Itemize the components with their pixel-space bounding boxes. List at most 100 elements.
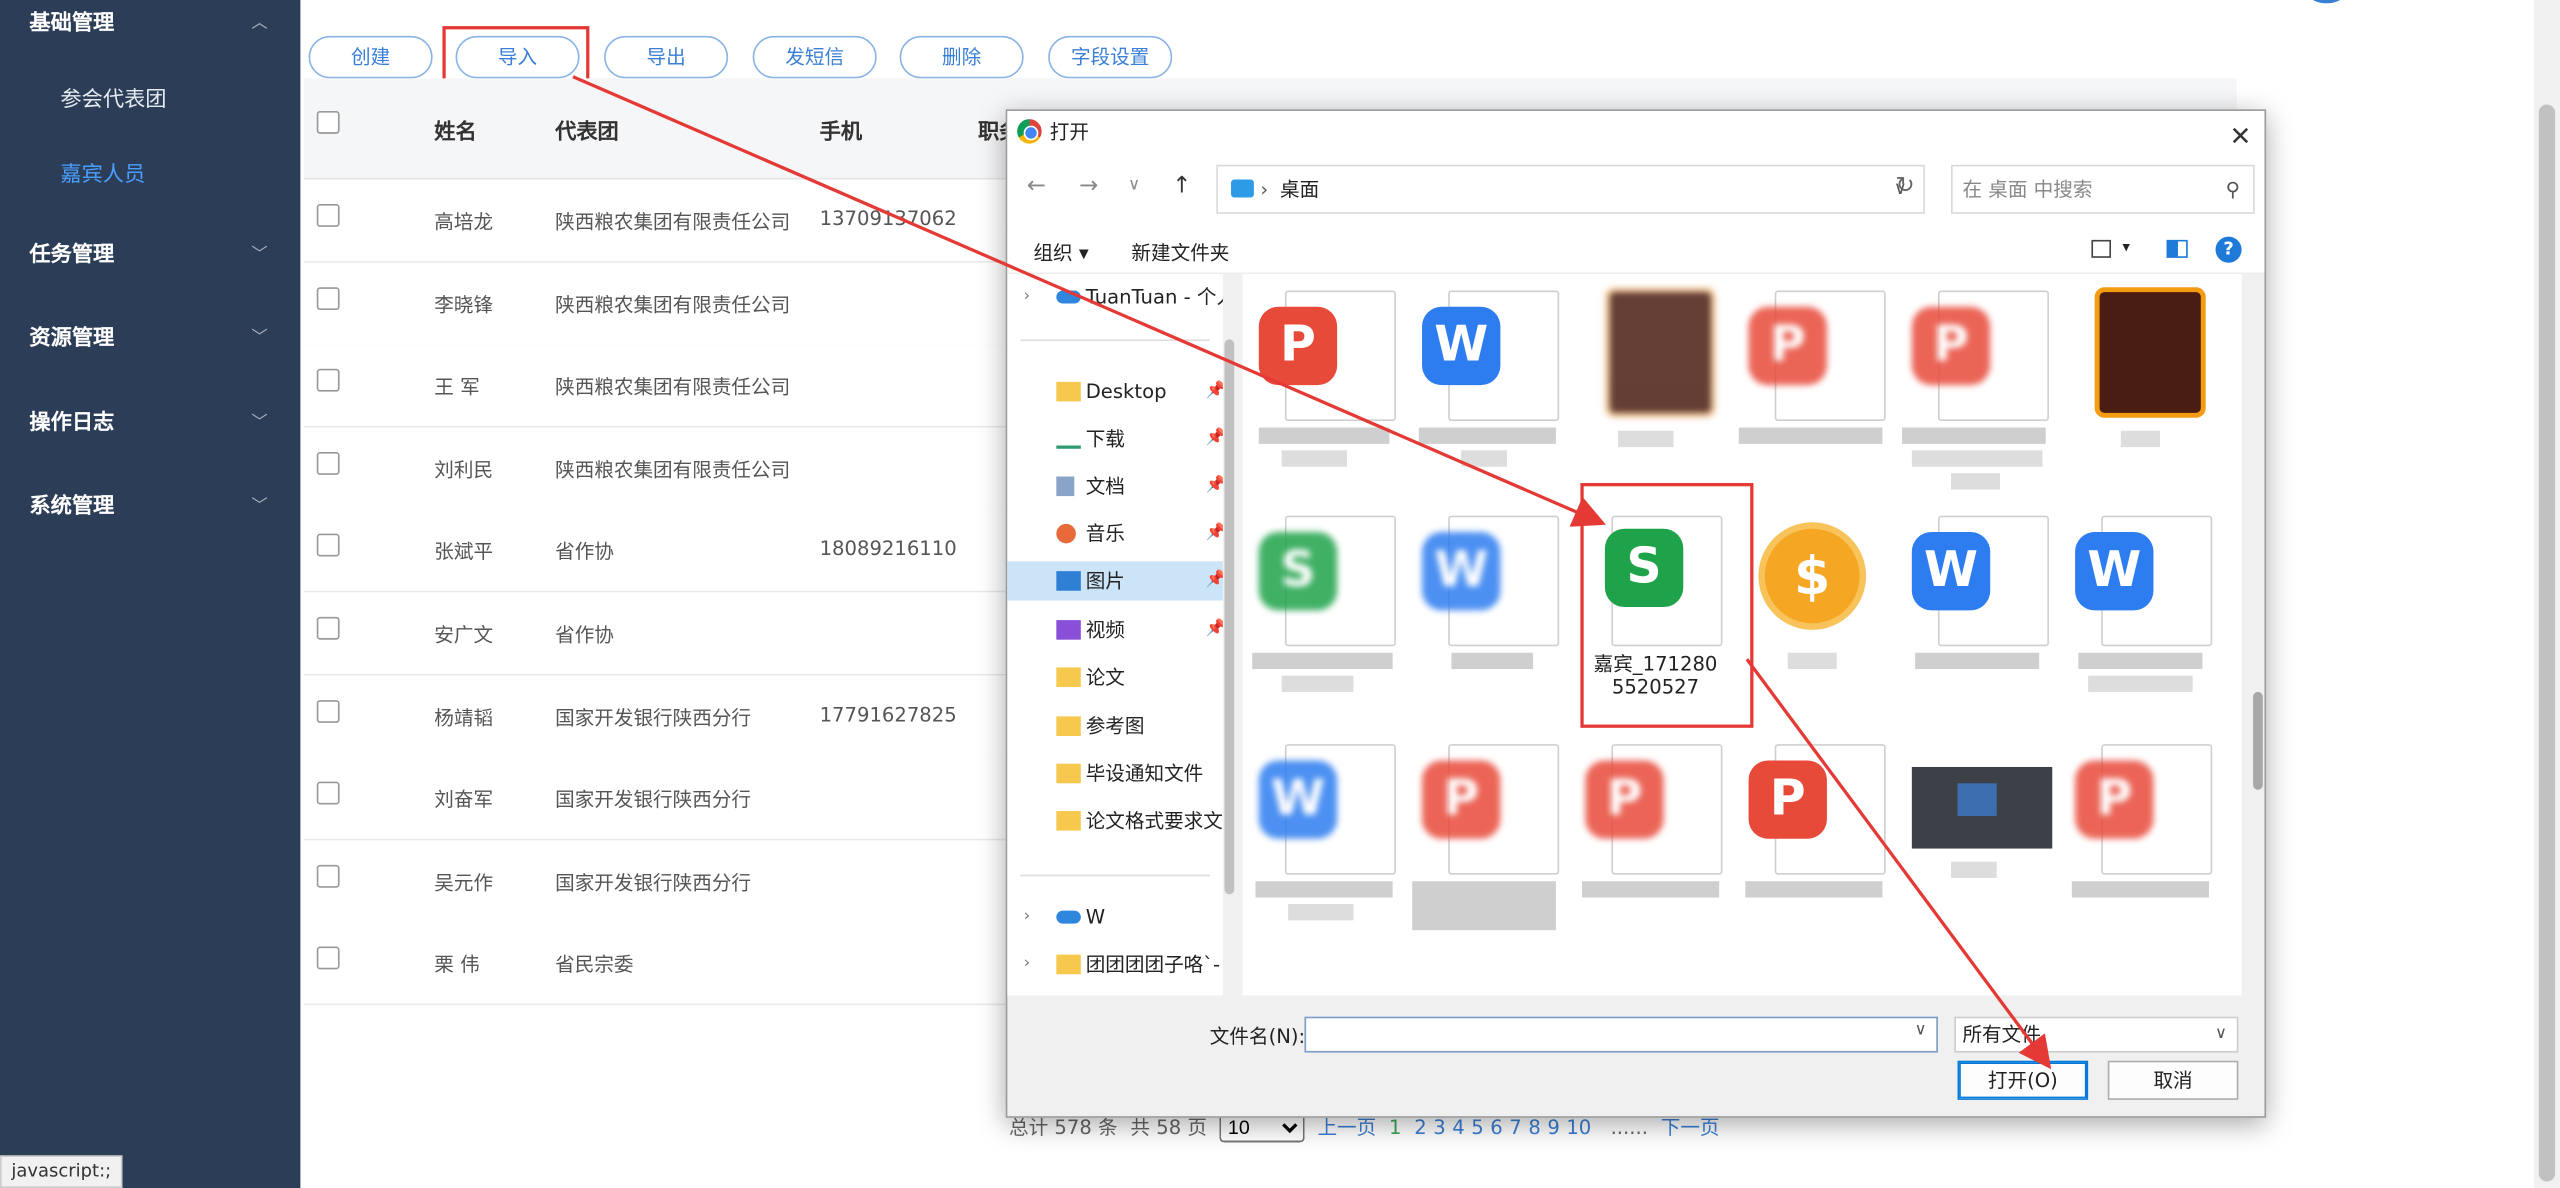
nav-item[interactable]: › 团团团团子咯`- [1007,945,1236,984]
file-tile[interactable]: S [1249,506,1409,734]
nav-item[interactable]: 论文 [1007,658,1236,697]
file-tile[interactable]: W [1902,506,2062,734]
row-checkbox[interactable] [316,616,340,640]
nav-group-tasks[interactable]: 任务管理 ﹀ [0,232,300,281]
sidebar-item-delegation[interactable]: 参会代表团 [0,77,300,126]
sidebar-item-guests[interactable]: 嘉宾人员 [0,152,300,201]
path-segment[interactable]: 桌面 [1280,178,1319,201]
page-number-link[interactable]: 7 [1509,1116,1521,1139]
delete-button[interactable]: 删除 [899,35,1024,79]
help-icon[interactable]: ? [2215,236,2242,263]
file-tile[interactable]: P [2065,734,2225,962]
file-tile[interactable]: P [1412,734,1572,962]
file-tile[interactable]: P [1576,734,1736,962]
nav-item-label: 图片 [1085,569,1125,593]
word-icon: W [1422,306,1501,386]
file-tile[interactable] [1902,734,2062,962]
page-number-link[interactable]: 9 [1547,1116,1559,1139]
file-tile[interactable]: $ [1739,506,1899,734]
pdf-icon: P [1585,760,1664,839]
expand-chevron-icon[interactable]: › [1024,277,1031,316]
expand-chevron-icon[interactable]: › [1024,945,1031,984]
file-tile[interactable]: P [1902,281,2062,509]
row-checkbox[interactable] [316,699,340,723]
refresh-icon[interactable]: ↻ [1896,173,1915,199]
nav-item[interactable]: › W [1007,898,1236,937]
nav-group-label: 基础管理 [29,11,115,36]
file-tile[interactable]: W [1412,506,1572,734]
filename-input[interactable]: ∨ [1304,1016,1938,1053]
nav-item[interactable]: › TuanTuan - 个人 [1007,277,1236,316]
cancel-button[interactable]: 取消 [2107,1060,2239,1100]
page-number-link[interactable]: 4 [1452,1116,1464,1139]
nav-group-system[interactable]: 系统管理 ﹀ [0,483,300,532]
nav-item[interactable]: Desktop 📌 [1007,372,1236,411]
page-number-link[interactable]: 10 [1566,1116,1591,1139]
field-settings-button[interactable]: 字段设置 [1048,35,1173,79]
page-number-link[interactable]: 6 [1490,1116,1502,1139]
open-button[interactable]: 打开(O) [1957,1060,2089,1100]
file-tile[interactable]: P [1249,281,1409,509]
pdf-icon: P [1422,760,1501,839]
nav-group-basic[interactable]: 基础管理 ︿ [0,0,300,49]
create-button[interactable]: 创建 [308,35,433,79]
view-mode-icon[interactable] [2091,239,2112,258]
chevron-down-icon[interactable]: ∨ [1915,1022,1927,1040]
page-number-link[interactable]: 3 [1433,1116,1445,1139]
export-button[interactable]: 导出 [604,35,729,79]
row-checkbox[interactable] [316,203,340,227]
onedrive-icon [1056,290,1081,304]
select-all-checkbox[interactable] [316,110,340,134]
view-dropdown-icon[interactable]: ▾ [2122,240,2129,256]
nav-item[interactable]: 毕设通知文件 [1007,754,1236,793]
row-checkbox[interactable] [316,369,340,392]
forward-arrow-icon[interactable]: → [1079,173,1098,199]
nav-item[interactable]: 下载 📌 [1007,419,1236,458]
recent-chevron-icon[interactable]: ∨ [1128,176,1140,194]
avatar[interactable] [2302,0,2352,4]
row-checkbox[interactable] [316,947,340,970]
page-number-link[interactable]: 5 [1471,1116,1483,1139]
nav-item[interactable]: 参考图 [1007,707,1236,746]
nav-group-logs[interactable]: 操作日志 ﹀ [0,400,300,449]
nav-item[interactable]: 图片 📌 [1007,561,1236,601]
up-arrow-icon[interactable]: ↑ [1172,173,1191,199]
file-grid-scrollbar[interactable] [2251,274,2265,996]
back-arrow-icon[interactable]: ← [1027,173,1046,199]
filetype-select[interactable]: 所有文件 ∨ [1954,1016,2239,1053]
nav-item[interactable]: 文档 📌 [1007,467,1236,506]
file-tile[interactable]: W [2065,506,2225,734]
column-header-delegation: 代表团 [555,120,619,146]
file-tile[interactable] [1576,281,1736,509]
file-tile[interactable]: W [1249,734,1409,962]
navigation-scrollbar[interactable] [1222,274,1236,996]
close-icon[interactable]: ✕ [2230,116,2252,158]
new-folder-button[interactable]: 新建文件夹 [1131,238,1229,266]
row-checkbox[interactable] [316,781,340,805]
file-tile[interactable]: P [1739,734,1899,962]
page-number-link[interactable]: 8 [1528,1116,1540,1139]
address-row: ← → ∨ ↑ › 桌面 ∨ ↻ 在 桌面 中搜索 ⚲ [1007,153,2265,226]
nav-item[interactable]: 论文格式要求文 [1007,801,1236,840]
next-page-link[interactable]: 下一页 [1661,1116,1720,1139]
nav-item[interactable]: 视频 📌 [1007,610,1236,649]
row-checkbox[interactable] [316,534,340,558]
preview-pane-icon[interactable] [2166,239,2188,258]
nav-item[interactable]: 音乐 📌 [1007,514,1236,553]
file-tile[interactable] [2065,281,2225,509]
sms-button[interactable]: 发短信 [752,35,877,79]
file-tile[interactable]: W [1412,281,1572,509]
search-input[interactable]: 在 桌面 中搜索 ⚲ [1951,164,2255,214]
prev-page-link[interactable]: 上一页 [1317,1116,1376,1139]
cell-name: 王 军 [434,375,480,399]
row-checkbox[interactable] [316,286,340,310]
nav-group-resources[interactable]: 资源管理 ﹀ [0,315,300,364]
address-bar[interactable]: › 桌面 ∨ [1216,164,1925,214]
page-number-link[interactable]: 2 [1414,1116,1426,1139]
organize-menu[interactable]: 组织 ▾ [1033,238,1088,266]
row-checkbox[interactable] [316,864,340,888]
file-tile[interactable]: P [1738,281,1899,509]
page-scrollbar[interactable] [2533,0,2560,1188]
row-checkbox[interactable] [316,451,340,475]
expand-chevron-icon[interactable]: › [1024,898,1031,937]
